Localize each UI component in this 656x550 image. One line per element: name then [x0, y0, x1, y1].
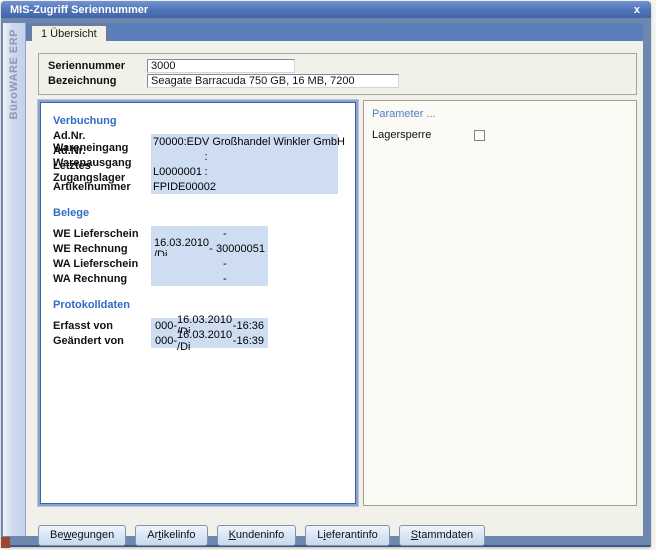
row-label: Geändert von: [53, 335, 151, 347]
section-title-belege: Belege: [53, 207, 356, 219]
header-fields-box: Seriennummer Bezeichnung: [38, 53, 637, 95]
window-title: MIS-Zugriff Seriennummer: [10, 4, 148, 16]
row-value: -: [151, 256, 268, 271]
artikelinfo-button[interactable]: Artikelinfo: [135, 525, 207, 546]
row-value: -: [151, 271, 268, 286]
value-user: 000: [155, 335, 173, 347]
detail-panel: Verbuchung Ad.Nr. Wareneingang 70000 : E…: [38, 100, 358, 506]
dialog-window: MIS-Zugriff Seriennummer x BüroWARE ERP …: [1, 1, 651, 547]
field-row-bezeichnung: Bezeichnung: [39, 74, 636, 88]
background-artifact: [1, 537, 10, 548]
value-user: 000: [155, 320, 173, 332]
lagersperre-row: Lagersperre: [372, 129, 628, 141]
value-dash: -: [223, 273, 235, 285]
row-value: :: [151, 149, 338, 164]
row-value: FPIDE00002: [151, 179, 338, 194]
content-panel: Seriennummer Bezeichnung Verbuchung: [26, 41, 643, 536]
parameter-panel: Parameter ... Lagersperre: [363, 100, 637, 506]
field-row-seriennummer: Seriennummer: [39, 59, 636, 73]
close-icon[interactable]: x: [632, 4, 642, 16]
stammdaten-button[interactable]: Stammdaten: [399, 525, 485, 546]
tab-bar: 1 Übersicht: [26, 23, 643, 41]
row-label: WA Rechnung: [53, 273, 151, 285]
detail-row: WA Lieferschein -: [53, 256, 356, 271]
window-body: BüroWARE ERP 1 Übersicht Seriennummer Be…: [3, 23, 643, 536]
seriennummer-input[interactable]: [147, 59, 295, 73]
value-date: 16.03.2010 /Di: [177, 329, 233, 353]
tab-uebersicht[interactable]: 1 Übersicht: [31, 25, 107, 41]
content-split: Verbuchung Ad.Nr. Wareneingang 70000 : E…: [38, 100, 637, 506]
value-dash: -: [223, 258, 235, 270]
lieferantinfo-button[interactable]: Lieferantinfo: [305, 525, 390, 546]
value-time: 16:36: [236, 320, 264, 332]
bezeichnung-input[interactable]: [147, 74, 399, 88]
row-label: Artikelnummer: [53, 181, 151, 193]
row-label: WE Lieferschein: [53, 228, 151, 240]
kundeninfo-button[interactable]: Kundeninfo: [217, 525, 297, 546]
row-label: WE Rechnung: [53, 243, 151, 255]
bewegungen-button[interactable]: Bewegungen: [38, 525, 126, 546]
brand-vertical-label: BüroWARE ERP: [8, 23, 20, 119]
row-value: 70000 : EDV Großhandel Winkler GmbH: [151, 134, 338, 149]
parameter-title: Parameter ...: [372, 108, 628, 120]
value-dash: -: [209, 243, 216, 255]
detail-row: WE Rechnung 16.03.2010 /Di - 30000051: [53, 241, 356, 256]
main-area: 1 Übersicht Seriennummer Bezeichnung: [26, 23, 643, 536]
section-title-verbuchung: Verbuchung: [53, 115, 356, 127]
row-label: WA Lieferschein: [53, 258, 151, 270]
row-label: Erfasst von: [53, 320, 151, 332]
detail-row: Geändert von 000 - 16.03.2010 /Di - 16:3…: [53, 333, 356, 348]
title-bar: MIS-Zugriff Seriennummer x: [1, 1, 651, 18]
row-value: 000 - 16.03.2010 /Di - 16:39: [151, 333, 268, 348]
section-protokolldaten: Protokolldaten Erfasst von 000 - 16.03.2…: [53, 299, 356, 348]
footer-button-bar: Bewegungen Artikelinfo Kundeninfo Liefer…: [38, 525, 643, 546]
value-colon: :: [201, 151, 211, 163]
value-dash: -: [223, 228, 235, 240]
section-title-protokolldaten: Protokolldaten: [53, 299, 356, 311]
bezeichnung-label: Bezeichnung: [39, 75, 147, 87]
value-time: 16:39: [236, 335, 264, 347]
detail-row: Artikelnummer FPIDE00002: [53, 179, 356, 194]
brand-strip: BüroWARE ERP: [3, 23, 26, 536]
value-code: L0000001: [153, 166, 201, 178]
value-code: FPIDE00002: [153, 181, 201, 193]
lagersperre-checkbox[interactable]: [474, 130, 485, 141]
section-verbuchung: Verbuchung Ad.Nr. Wareneingang 70000 : E…: [53, 115, 356, 194]
value-number: 30000051: [216, 243, 268, 255]
section-belege: Belege WE Lieferschein - WE Rechn: [53, 207, 356, 286]
row-value: 16.03.2010 /Di - 30000051: [151, 241, 268, 256]
row-value: L0000001 :: [151, 164, 338, 179]
seriennummer-label: Seriennummer: [39, 60, 147, 72]
value-code: 70000: [153, 136, 184, 148]
detail-row: Letztes Zugangslager L0000001 :: [53, 164, 356, 179]
value-colon: :: [201, 166, 211, 178]
detail-row: WA Rechnung -: [53, 271, 356, 286]
value-text: EDV Großhandel Winkler GmbH: [187, 136, 345, 148]
lagersperre-label: Lagersperre: [372, 129, 444, 141]
